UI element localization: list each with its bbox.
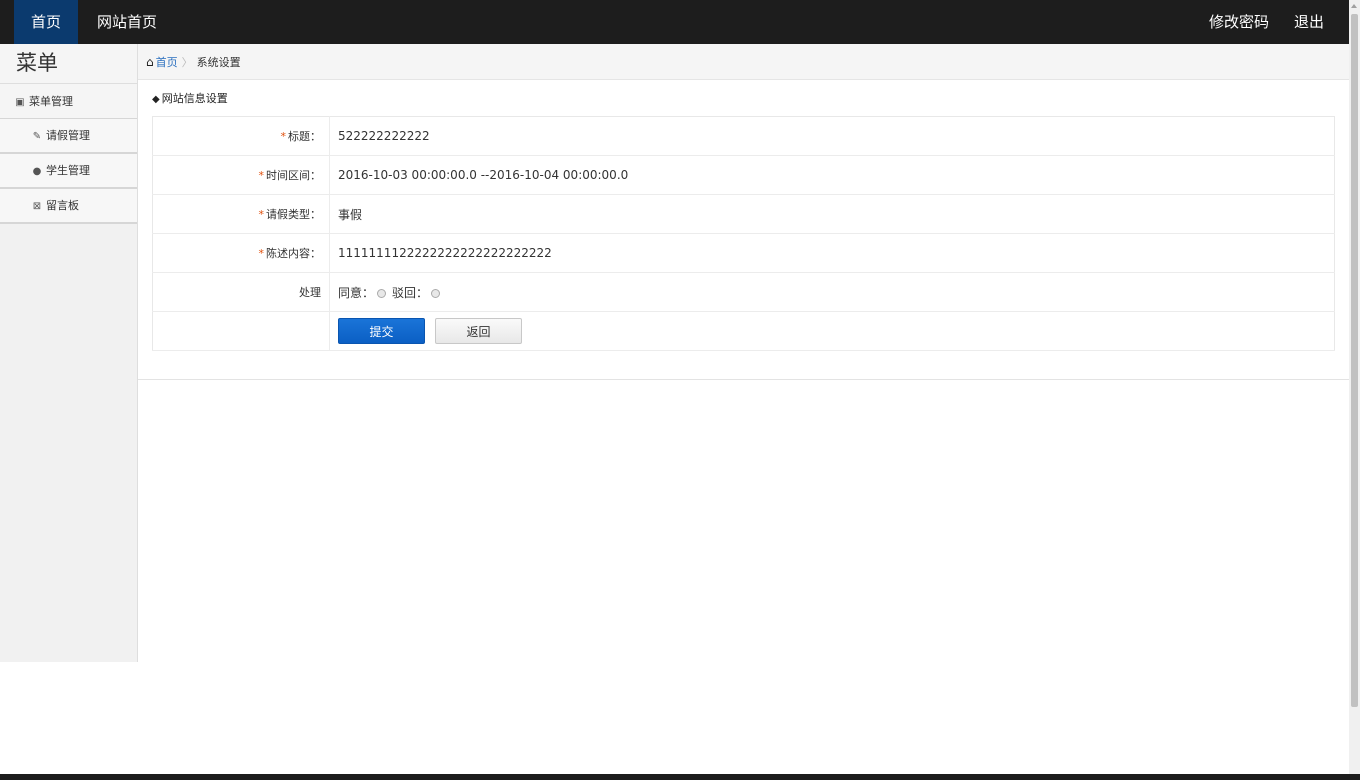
content-value: 1111111122222222222222222222: [329, 233, 1335, 273]
nav-site-home[interactable]: 网站首页: [80, 0, 174, 44]
tag-icon: ◆: [152, 94, 160, 105]
sidebar-item-leave-management[interactable]: ✎ 请假管理: [0, 119, 137, 154]
leave-detail-form: * 标题： 522222222222 * 时间区间： 2016-10-03 00:0…: [152, 116, 1335, 351]
breadcrumb-home-link[interactable]: 首页: [156, 56, 178, 69]
type-value: 事假: [329, 194, 1335, 234]
sidebar-group-menu-management[interactable]: ▣ 菜单管理: [0, 84, 137, 119]
required-mark: *: [258, 208, 265, 221]
time-label: 时间区间：: [266, 169, 321, 182]
back-button[interactable]: 返回: [435, 318, 522, 344]
type-label: 请假类型：: [266, 208, 321, 221]
breadcrumb: ⌂ 首页〉系统设置: [138, 44, 1349, 80]
form-row-type: * 请假类型： 事假: [152, 194, 1335, 234]
title-value: 522222222222: [329, 116, 1335, 156]
envelope-icon: ⊠: [32, 201, 42, 212]
process-label: 处理: [152, 272, 330, 312]
breadcrumb-current: 系统设置: [196, 56, 241, 69]
top-navbar: 首页 网站首页 修改密码 退出: [0, 0, 1349, 44]
form-row-time: * 时间区间： 2016-10-03 00:00:00.0 --2016-10-0…: [152, 155, 1335, 195]
sidebar-item-student-management[interactable]: ● 学生管理: [0, 154, 137, 189]
scroll-up-arrow-icon[interactable]: [1351, 4, 1357, 8]
content-divider: [138, 379, 1349, 380]
form-row-content: * 陈述内容： 1111111122222222222222222222: [152, 233, 1335, 273]
reject-radio[interactable]: [431, 288, 441, 298]
sidebar-group-label: 菜单管理: [29, 95, 73, 108]
time-value: 2016-10-03 00:00:00.0 --2016-10-04 00:00…: [329, 155, 1335, 195]
sidebar-item-message-board[interactable]: ⊠ 留言板: [0, 189, 137, 224]
panel-title-text: 网站信息设置: [161, 92, 228, 105]
wrench-icon: ✎: [32, 131, 42, 142]
sidebar: 菜单 ▣ 菜单管理 ✎ 请假管理 ● 学生管理 ⊠ 留言板: [0, 44, 138, 662]
nav-logout[interactable]: 退出: [1277, 0, 1341, 44]
submit-button[interactable]: 提交: [338, 318, 425, 344]
nav-home[interactable]: 首页: [14, 0, 79, 44]
form-row-process: 处理 同意： 驳回：: [152, 272, 1335, 312]
form-row-title: * 标题： 522222222222: [152, 116, 1335, 156]
book-icon: ▣: [15, 97, 25, 108]
sidebar-title: 菜单: [0, 44, 137, 84]
reject-label: 驳回：: [392, 285, 429, 300]
home-icon: ⌂: [146, 55, 154, 69]
required-mark: *: [280, 130, 287, 143]
sidebar-item-label: 请假管理: [46, 129, 90, 142]
sidebar-item-label: 留言板: [46, 199, 79, 212]
comment-icon: ●: [32, 166, 42, 177]
breadcrumb-separator: 〉: [181, 56, 193, 69]
agree-label: 同意：: [338, 285, 375, 300]
panel-title: ◆ 网站信息设置: [152, 90, 228, 106]
page-scrollbar[interactable]: [1349, 0, 1360, 780]
scrollbar-thumb[interactable]: [1351, 14, 1358, 707]
content-label: 陈述内容：: [266, 247, 321, 260]
bottom-bar: [0, 774, 1360, 780]
agree-radio[interactable]: [377, 288, 387, 298]
sidebar-item-label: 学生管理: [46, 164, 90, 177]
required-mark: *: [258, 247, 265, 260]
required-mark: *: [258, 169, 265, 182]
title-label: 标题：: [288, 130, 321, 143]
nav-change-password[interactable]: 修改密码: [1192, 0, 1286, 44]
form-row-actions: 提交 返回: [152, 311, 1335, 351]
